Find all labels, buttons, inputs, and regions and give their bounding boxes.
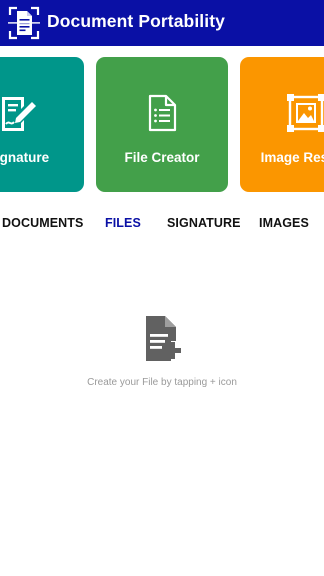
file-document-icon [148, 94, 177, 132]
signature-card-label: Signature [0, 150, 50, 165]
image-resize-icon [287, 94, 324, 132]
file-creator-card[interactable]: File Creator [96, 57, 228, 192]
scan-document-icon [8, 6, 40, 40]
signature-card[interactable]: Signature [0, 57, 84, 192]
app-title: Document Portability [47, 11, 225, 31]
image-resizer-card-label: Image Resizer [260, 150, 324, 165]
tab-bar: DOCUMENTS FILES SIGNATURE IMAGES [0, 206, 324, 242]
empty-state-message: Create your File by tapping + icon [87, 377, 237, 388]
signature-icon [2, 97, 36, 131]
tab-documents[interactable]: DOCUMENTS [2, 216, 83, 230]
feature-carousel[interactable]: Signature File Creator [0, 46, 324, 202]
tab-images[interactable]: IMAGES [259, 216, 309, 230]
app-header: Document Portability [0, 0, 324, 46]
app-screen: Document Portability Signature [0, 0, 324, 576]
empty-state: Create your File by tapping + icon [0, 242, 324, 576]
file-add-icon[interactable] [143, 314, 185, 362]
tab-signature[interactable]: SIGNATURE [167, 216, 241, 230]
image-resizer-card[interactable]: Image Resizer [240, 57, 324, 192]
file-creator-card-label: File Creator [124, 150, 200, 165]
tab-files[interactable]: FILES [105, 216, 141, 230]
